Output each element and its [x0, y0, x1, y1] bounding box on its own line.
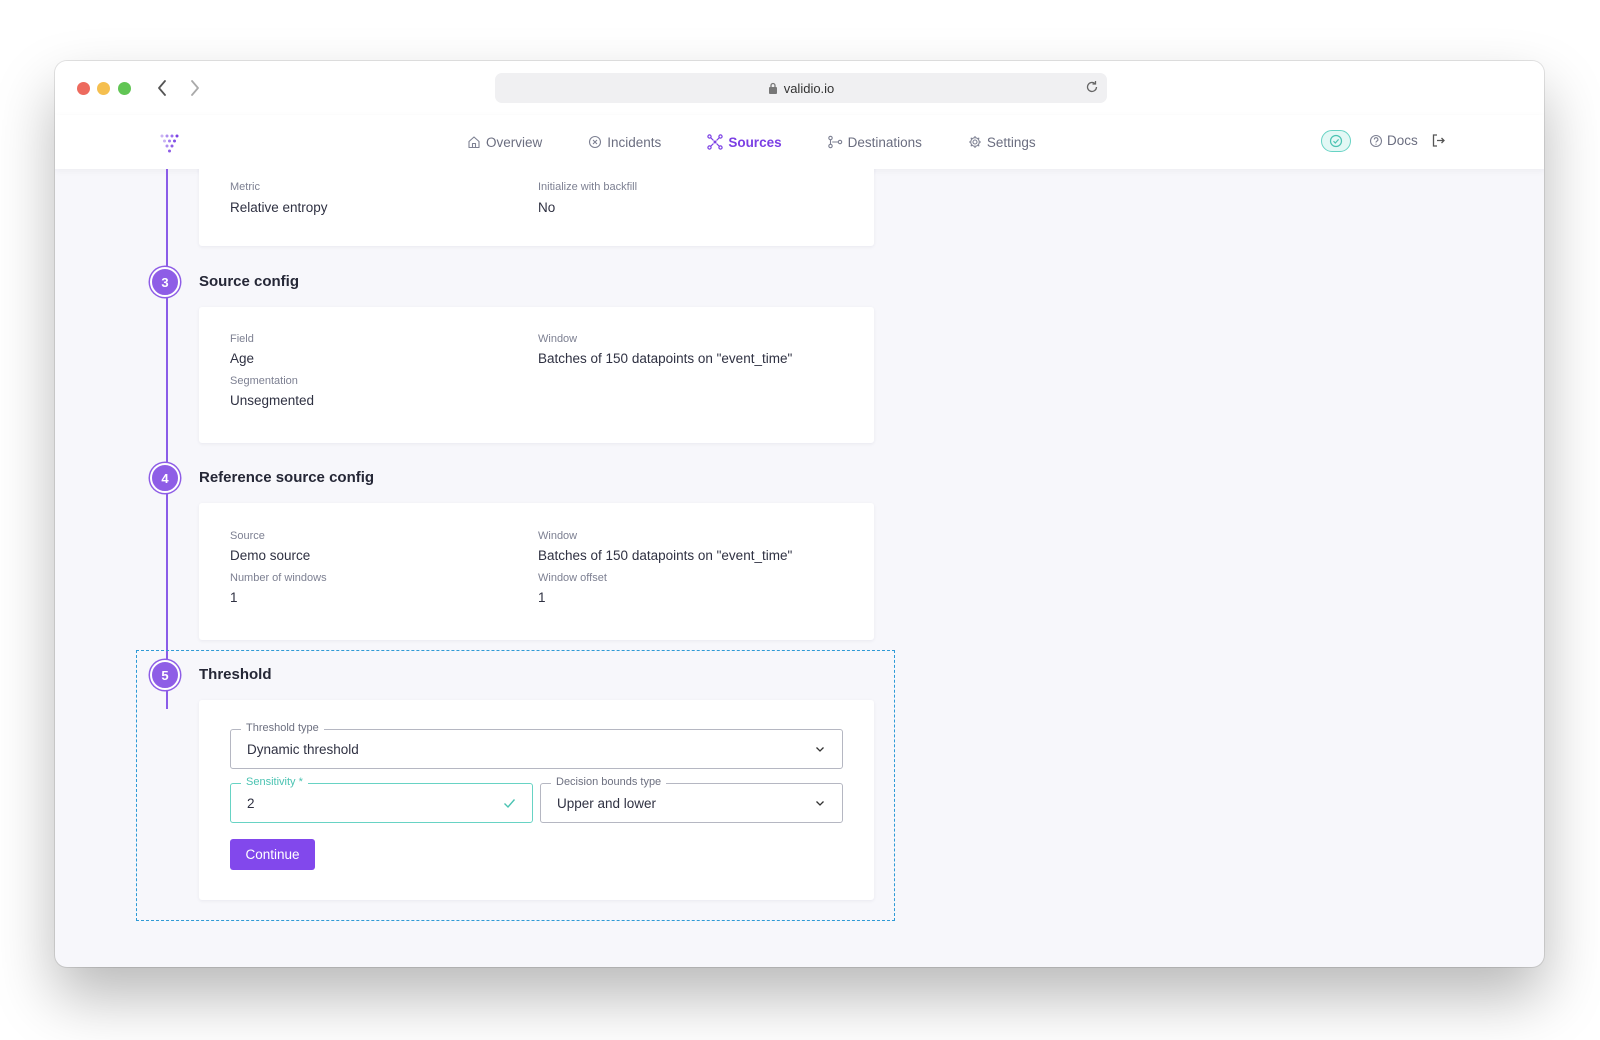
window-label: Window [538, 530, 578, 542]
step-title-threshold: Threshold [199, 666, 272, 683]
segmentation-value: Unsegmented [230, 393, 315, 408]
share-icon [827, 135, 842, 149]
window-value: Batches of 150 datapoints on "event_time… [538, 548, 793, 563]
threshold-type-value: Dynamic threshold [247, 742, 359, 757]
gear-icon [968, 136, 981, 148]
nav-item-destinations[interactable]: Destinations [827, 134, 922, 150]
step-rail [166, 169, 168, 709]
minimize-window-button[interactable] [97, 82, 110, 95]
monitor-config-card: Metric Relative entropy Initialize with … [199, 169, 874, 246]
nav-label: Sources [728, 134, 782, 150]
nav-item-sources[interactable]: Sources [707, 134, 782, 150]
backfill-value: No [538, 200, 556, 215]
status-badge[interactable] [1321, 130, 1351, 152]
check-circle-icon [1329, 134, 1343, 148]
metric-label: Metric [230, 181, 260, 193]
back-arrow-icon[interactable] [151, 75, 173, 101]
x-circle-icon [589, 135, 602, 149]
home-icon [468, 136, 480, 149]
step-title-source-config: Source config [199, 273, 300, 290]
address-bar[interactable]: validio.io [495, 73, 1107, 103]
field-value: Age [230, 351, 255, 366]
decision-bounds-select[interactable]: Decision bounds type Upper and lower [540, 776, 843, 823]
main-content: Metric Relative entropy Initialize with … [55, 169, 1544, 967]
network-icon [707, 134, 724, 150]
reload-icon[interactable] [1085, 80, 1099, 94]
decision-bounds-label: Decision bounds type [551, 776, 667, 788]
source-config-card: Field Age Window Batches of 150 datapoin… [199, 307, 874, 443]
help-circle-icon [1369, 134, 1383, 147]
docs-label: Docs [1387, 133, 1418, 148]
sensitivity-input[interactable]: Sensitivity * 2 [230, 776, 533, 823]
chevron-down-icon[interactable] [814, 743, 826, 755]
check-icon [503, 797, 516, 809]
nav-label: Destinations [847, 134, 922, 150]
app-header: Overview Incidents Sources Destinations … [55, 115, 1544, 169]
browser-titlebar: validio.io [55, 61, 1544, 116]
chevron-down-icon[interactable] [814, 797, 826, 809]
window-offset-label: Window offset [538, 572, 607, 584]
nav-item-overview[interactable]: Overview [467, 135, 542, 150]
step-number-5: 5 [150, 660, 180, 690]
source-value: Demo source [230, 548, 311, 563]
browser-window: validio.io Overview Incidents Sources De… [55, 61, 1544, 967]
threshold-card: Threshold type Dynamic threshold Sensiti… [199, 700, 874, 900]
window-offset-value: 1 [538, 590, 546, 605]
forward-arrow-icon[interactable] [184, 75, 206, 101]
decision-bounds-value: Upper and lower [557, 796, 657, 811]
number-of-windows-label: Number of windows [230, 572, 327, 584]
nav-item-incidents[interactable]: Incidents [588, 135, 661, 150]
lock-icon [768, 82, 778, 94]
sensitivity-label: Sensitivity * [241, 776, 308, 788]
nav-item-settings[interactable]: Settings [968, 135, 1036, 150]
threshold-type-select[interactable]: Threshold type Dynamic threshold [230, 722, 843, 769]
source-label: Source [230, 530, 265, 542]
close-window-button[interactable] [77, 82, 90, 95]
number-of-windows-value: 1 [230, 590, 238, 605]
threshold-type-label: Threshold type [241, 722, 324, 734]
nav-label: Incidents [607, 134, 662, 150]
main-nav: Overview Incidents Sources Destinations … [467, 115, 1082, 169]
step-title-reference-source-config: Reference source config [199, 469, 375, 486]
window-label: Window [538, 333, 578, 345]
maximize-window-button[interactable] [118, 82, 131, 95]
step-number-4: 4 [150, 463, 180, 493]
nav-label: Settings [986, 134, 1036, 150]
validio-logo-icon[interactable] [159, 132, 181, 159]
continue-button[interactable]: Continue [230, 839, 315, 870]
logout-icon[interactable] [1431, 133, 1446, 148]
backfill-label: Initialize with backfill [538, 181, 638, 193]
window-value: Batches of 150 datapoints on "event_time… [538, 351, 793, 366]
field-label: Field [230, 333, 254, 345]
step-number-3: 3 [150, 267, 180, 297]
metric-value: Relative entropy [230, 200, 328, 215]
url-text: validio.io [783, 80, 835, 96]
nav-label: Overview [486, 134, 543, 150]
segmentation-label: Segmentation [230, 375, 298, 387]
reference-source-config-card: Source Demo source Window Batches of 150… [199, 503, 874, 640]
docs-link[interactable]: Docs [1369, 133, 1418, 148]
sensitivity-value: 2 [247, 796, 255, 811]
